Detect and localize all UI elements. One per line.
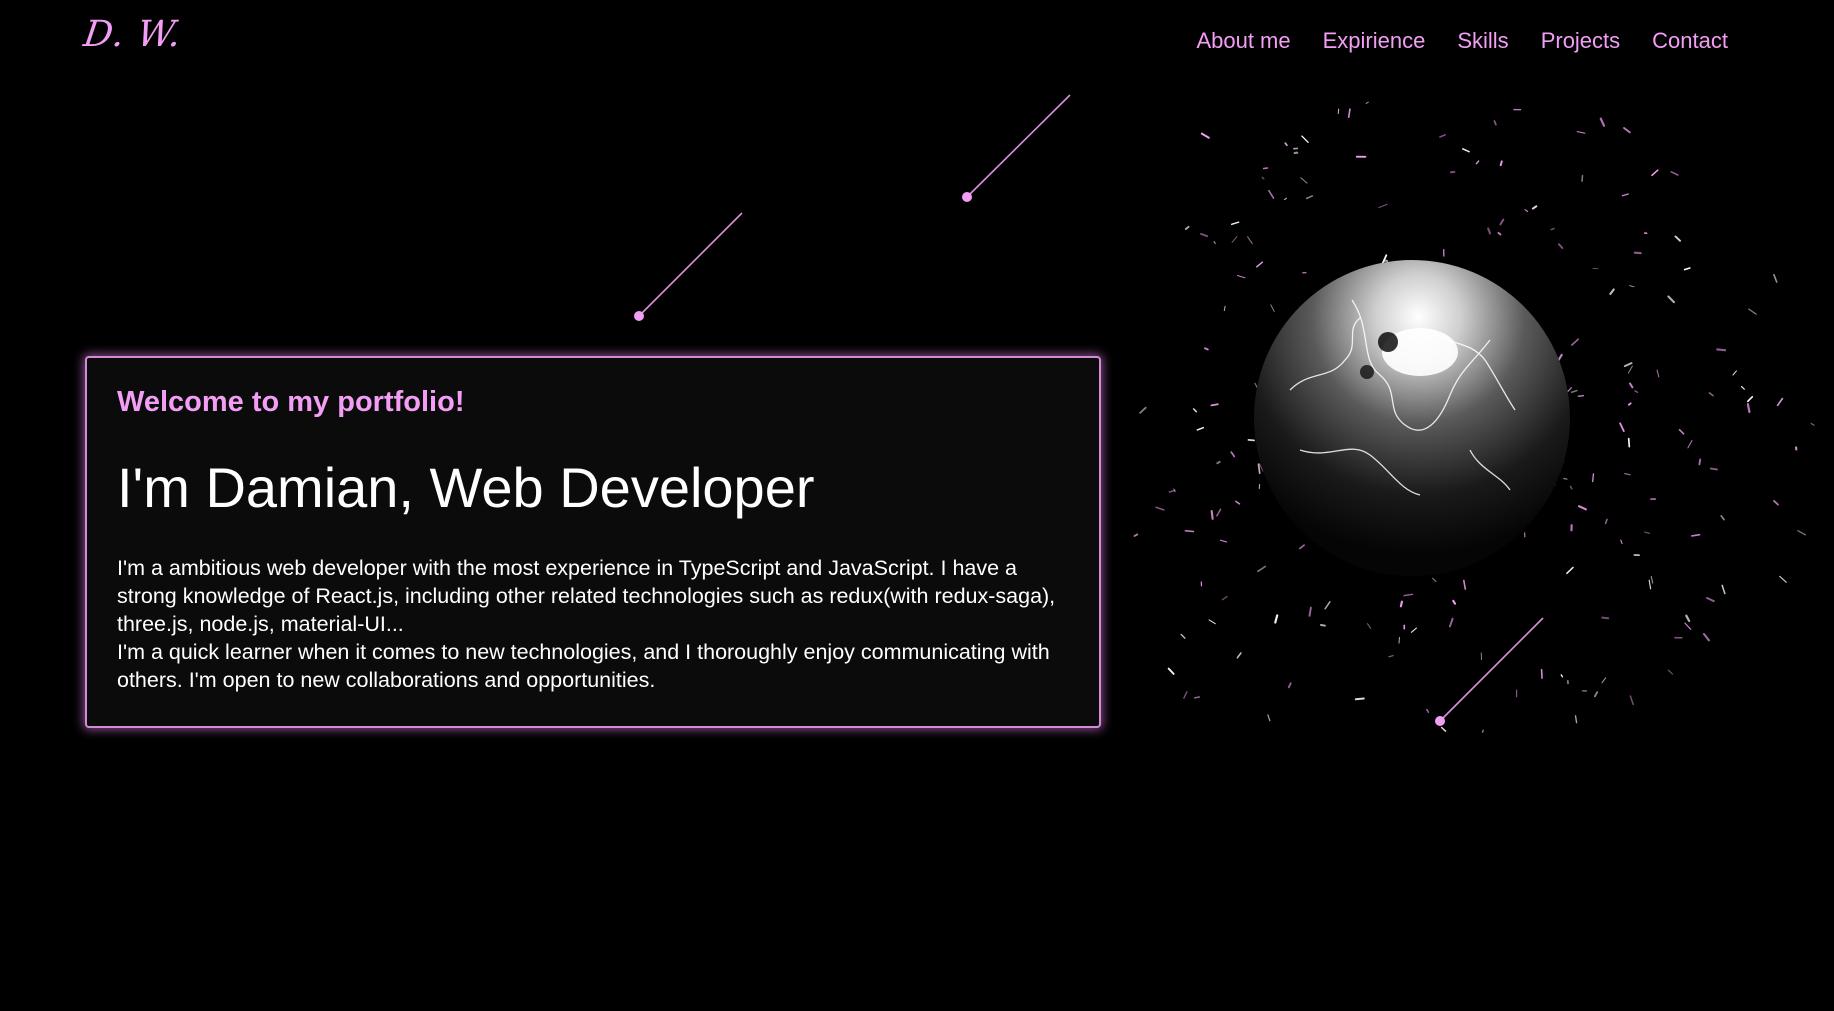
welcome-subtitle: Welcome to my portfolio! [117, 386, 465, 418]
shooting-star-icon [634, 212, 743, 321]
shooting-star-icon [1435, 617, 1544, 726]
hero-title: I'm Damian, Web Developer [117, 456, 815, 519]
nav-link-about-me[interactable]: About me [1196, 28, 1290, 54]
shooting-star-icon [962, 94, 1071, 202]
nav-link-contact[interactable]: Contact [1652, 28, 1728, 54]
logo[interactable]: D. W. [81, 14, 184, 55]
intro-paragraph-1: I'm a ambitious web developer with the m… [117, 556, 1056, 636]
intro-text: I'm a ambitious web developer with the m… [117, 554, 1069, 694]
main-nav: About me Expirience Skills Projects Cont… [1196, 28, 1728, 54]
intro-card: Welcome to my portfolio! I'm Damian, Web… [85, 356, 1101, 728]
intro-paragraph-2: I'm a quick learner when it comes to new… [117, 640, 1050, 692]
nav-link-experience[interactable]: Expirience [1323, 28, 1426, 54]
nav-link-projects[interactable]: Projects [1541, 28, 1620, 54]
nav-link-skills[interactable]: Skills [1457, 28, 1508, 54]
globe-icon [1254, 260, 1570, 576]
